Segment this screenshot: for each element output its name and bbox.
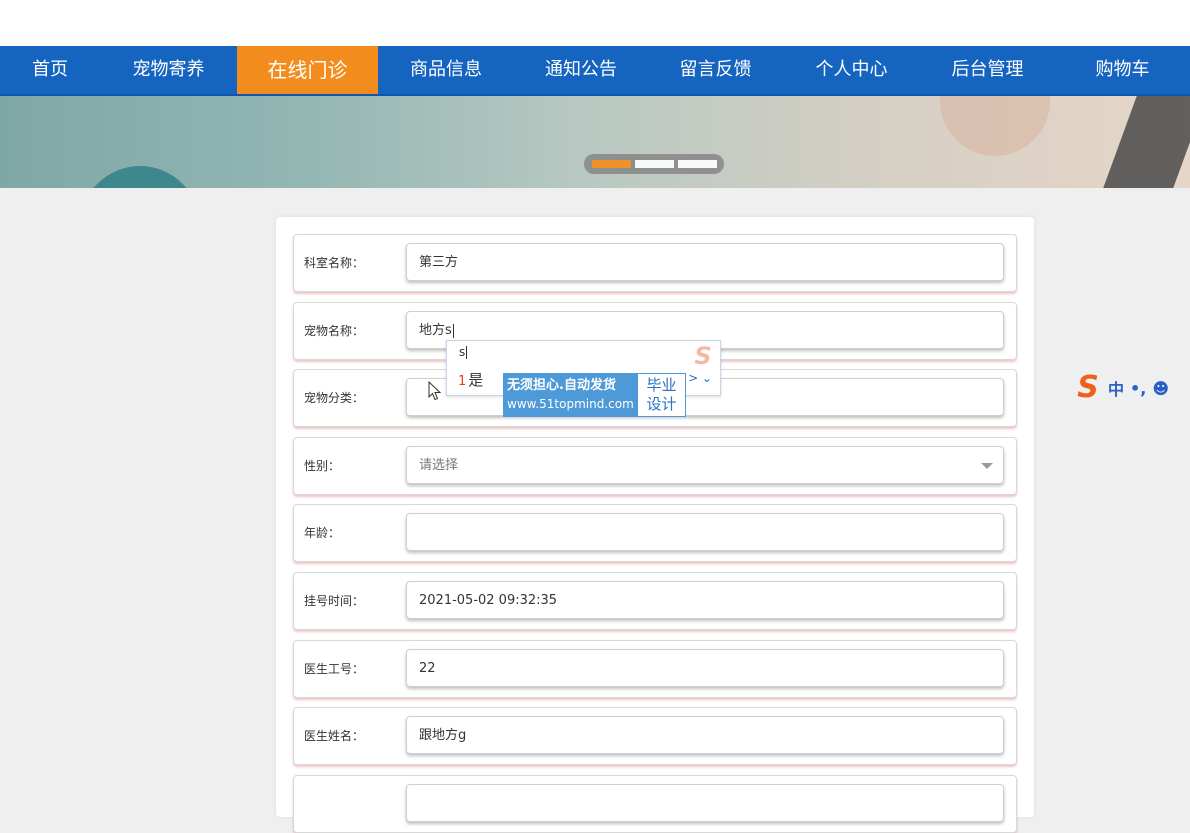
form-row-age: 年龄： (293, 504, 1017, 562)
nav-feedback[interactable]: 留言反馈 (648, 46, 783, 94)
nav-cart[interactable]: 购物车 (1055, 46, 1190, 94)
register-time-label: 挂号时间： (304, 594, 365, 608)
emoji-icon[interactable]: ☻ (1152, 379, 1169, 398)
ad-badge-line2: 设计 (646, 395, 677, 413)
sogou-logo-icon: S (694, 342, 712, 370)
ime-candidate-1[interactable]: 1是 (458, 369, 483, 390)
banner-shape (1103, 96, 1190, 188)
doctor-id-input[interactable]: 22 (406, 649, 1004, 687)
doctor-name-input[interactable]: 跟地方g (406, 716, 1004, 754)
form-row-register-time: 挂号时间： 2021-05-02 09:32:35 (293, 572, 1017, 630)
text-caret (452, 323, 454, 338)
banner-shape (940, 96, 1050, 156)
banner-shape (80, 166, 200, 188)
ad-text: 无须担心.自动发货 (507, 378, 616, 393)
ad-text-block: 无须担心.自动发货 www.51topmind.com (503, 373, 637, 417)
sogou-logo-icon[interactable]: S (1074, 373, 1102, 403)
nav-online-clinic[interactable]: 在线门诊 (237, 46, 378, 94)
gender-label: 性别： (304, 459, 341, 473)
ad-badge-line1: 毕业 (646, 376, 677, 394)
candidate-number: 1 (458, 374, 467, 389)
carousel-dot-3[interactable] (677, 160, 717, 168)
form-row-department: 科室名称： 第三方 (293, 234, 1017, 292)
carousel-indicator (584, 154, 724, 174)
candidate-text: 是 (468, 371, 484, 389)
register-time-input[interactable]: 2021-05-02 09:32:35 (406, 581, 1004, 619)
age-input[interactable] (406, 513, 1004, 551)
pet-name-label: 宠物名称： (304, 324, 365, 338)
department-label: 科室名称： (304, 256, 365, 270)
hero-banner (0, 96, 1190, 188)
ime-toolbar: S 中 •, ☻ (1074, 373, 1190, 403)
registration-form: 科室名称： 第三方 宠物名称： 地方s 宠物分类： 性别： 请选择 年龄： 挂号… (276, 217, 1034, 833)
form-row-doctor-name: 医生姓名： 跟地方g (293, 707, 1017, 765)
form-row-doctor-id: 医生工号： 22 (293, 640, 1017, 698)
carousel-dot-1[interactable] (591, 160, 631, 168)
ime-punct-toggle[interactable]: •, (1130, 379, 1146, 398)
ad-badge: 毕业 设计 (637, 373, 686, 417)
mouse-pointer-icon (428, 381, 442, 401)
main-nav: 首页 宠物寄养 在线门诊 商品信息 通知公告 留言反馈 个人中心 后台管理 购物… (0, 46, 1190, 96)
gender-select[interactable]: 请选择 (406, 446, 1004, 484)
gender-placeholder: 请选择 (419, 458, 459, 473)
ad-url: www.51topmind.com (507, 397, 634, 411)
text-caret (466, 346, 468, 359)
form-row-next (293, 775, 1017, 833)
nav-admin[interactable]: 后台管理 (920, 46, 1055, 94)
department-input[interactable]: 第三方 (406, 243, 1004, 281)
carousel-dot-2[interactable] (634, 160, 674, 168)
ime-more-button[interactable]: > ⌄ (688, 371, 712, 385)
next-input[interactable] (406, 784, 1004, 822)
pet-category-label: 宠物分类： (304, 391, 365, 405)
form-row-gender: 性别： 请选择 (293, 437, 1017, 495)
nav-home[interactable]: 首页 (0, 46, 100, 94)
nav-notices[interactable]: 通知公告 (514, 46, 648, 94)
ime-mode-toggle[interactable]: 中 (1108, 376, 1124, 400)
doctor-name-label: 医生姓名： (304, 729, 365, 743)
pet-name-value: 地方s (419, 323, 452, 338)
ime-composition: s (459, 345, 468, 359)
nav-pet-boarding[interactable]: 宠物寄养 (100, 46, 237, 94)
nav-personal-center[interactable]: 个人中心 (783, 46, 920, 94)
doctor-id-label: 医生工号： (304, 662, 365, 676)
ad-overlay[interactable]: 无须担心.自动发货 www.51topmind.com 毕业 设计 (503, 373, 686, 417)
nav-products[interactable]: 商品信息 (378, 46, 514, 94)
age-label: 年龄： (304, 526, 341, 540)
top-whitespace (0, 0, 1190, 46)
chevron-down-icon (981, 463, 993, 469)
ime-composition-text: s (459, 345, 466, 359)
